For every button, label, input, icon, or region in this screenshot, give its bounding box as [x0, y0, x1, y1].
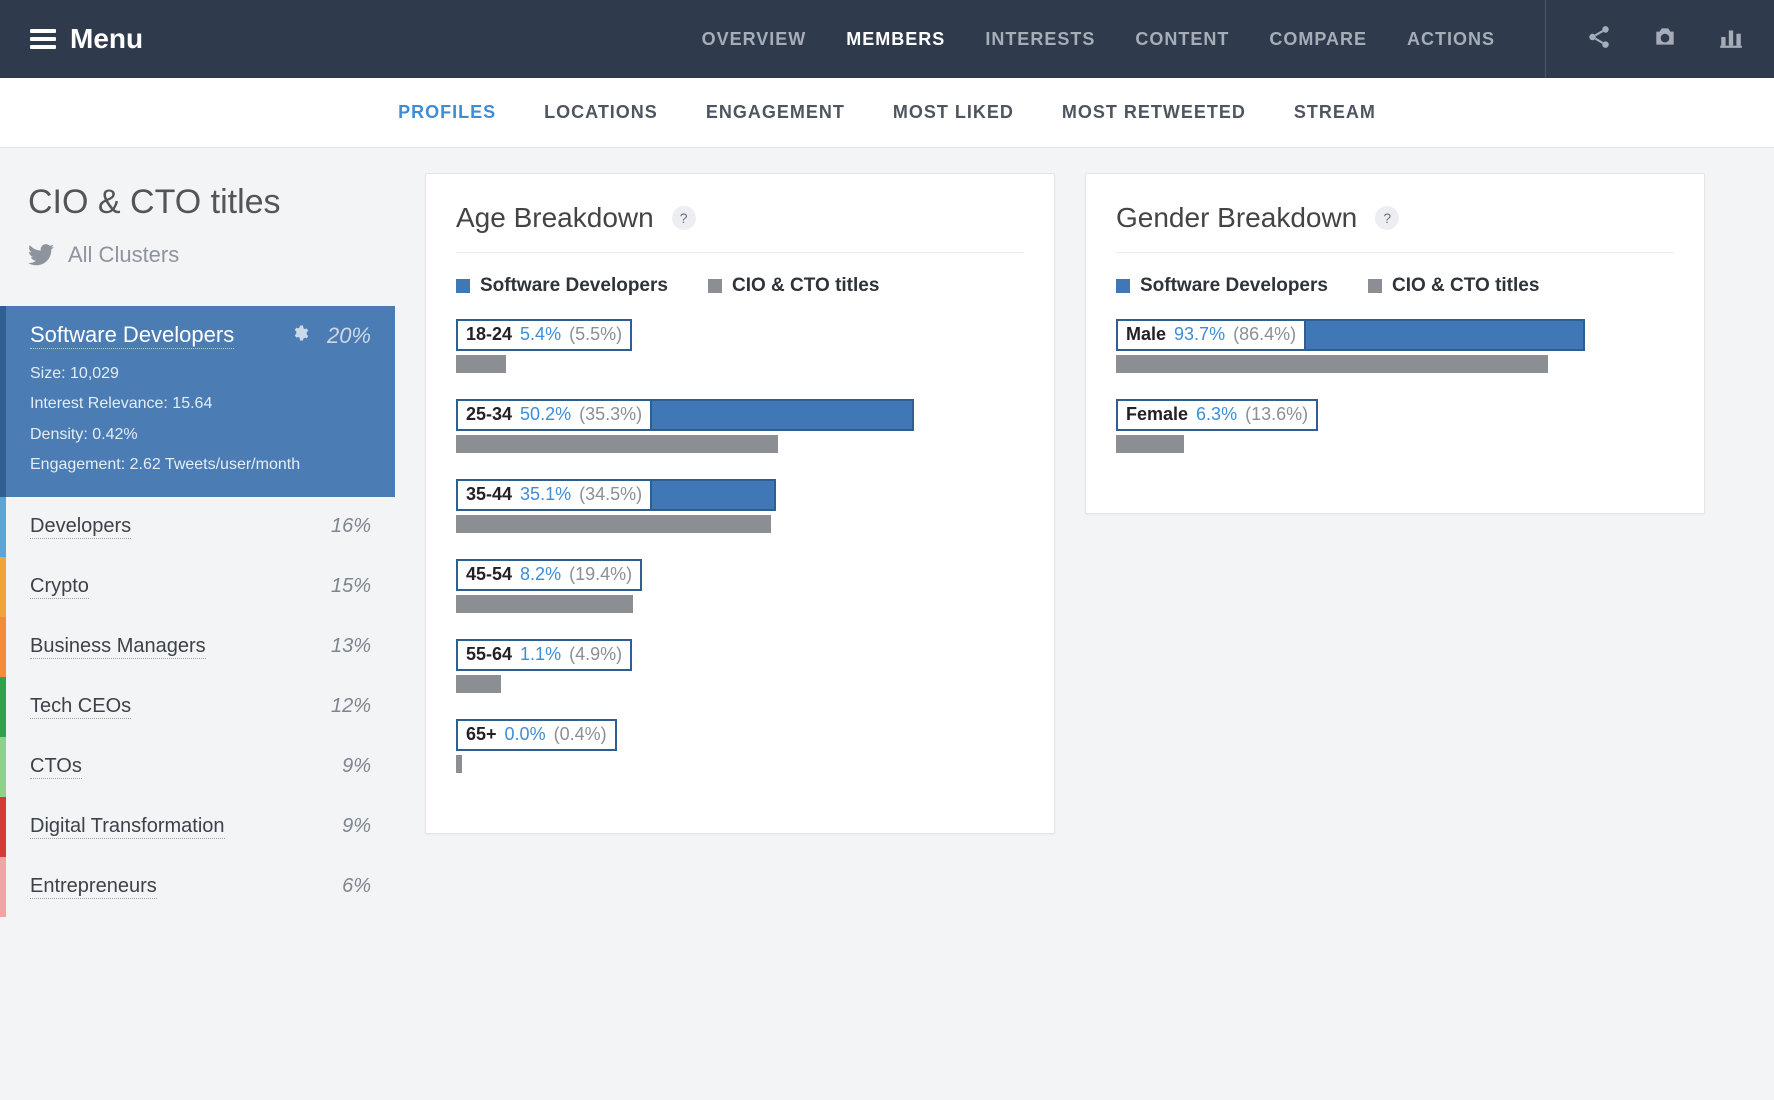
age-bars: 18-245.4%(5.5%) 25-3450.2%(35.3%) 35-4435.… [456, 319, 1024, 773]
cluster-name: Crypto [30, 575, 89, 599]
subnav-profiles[interactable]: PROFILES [398, 102, 496, 123]
topnav-overview[interactable]: OVERVIEW [702, 29, 807, 50]
cluster-pct: 6% [342, 875, 371, 898]
sub-nav: PROFILES LOCATIONS ENGAGEMENT MOST LIKED MOS… [0, 78, 1774, 148]
subnav-stream[interactable]: STREAM [1294, 102, 1376, 123]
sidebar: CIO & CTO titles All Clusters Software D… [0, 148, 395, 917]
camera-icon[interactable] [1652, 24, 1678, 55]
cluster-name: Business Managers [30, 635, 206, 659]
bar-group-female: Female6.3%(13.6%) [1116, 399, 1674, 453]
bar-group-35-44: 35-4435.1%(34.5%) [456, 479, 1024, 533]
gear-icon[interactable] [291, 324, 309, 347]
cluster-name: Entrepreneurs [30, 875, 157, 899]
secondary-bar [456, 515, 771, 533]
cluster-crypto[interactable]: Crypto 15% [0, 557, 395, 617]
age-breakdown-card: Age Breakdown ? Software Developers CIO … [425, 173, 1055, 834]
subnav-most-retweeted[interactable]: MOST RETWEETED [1062, 102, 1246, 123]
secondary-bar [456, 675, 501, 693]
cluster-entrepreneurs[interactable]: Entrepreneurs 6% [0, 857, 395, 917]
subnav-most-liked[interactable]: MOST LIKED [893, 102, 1014, 123]
subnav-locations[interactable]: LOCATIONS [544, 102, 658, 123]
topnav-content[interactable]: CONTENT [1135, 29, 1229, 50]
cluster-name: CTOs [30, 755, 82, 779]
cluster-tech-ceos[interactable]: Tech CEOs 12% [0, 677, 395, 737]
cluster-pct: 12% [331, 695, 371, 718]
cluster-pct: 9% [342, 755, 371, 778]
top-nav: OVERVIEW MEMBERS INTERESTS CONTENT COMPARE AC… [702, 29, 1495, 50]
all-clusters-link[interactable]: All Clusters [28, 242, 367, 268]
cluster-name: Tech CEOs [30, 695, 131, 719]
menu-label: Menu [70, 23, 143, 55]
legend-secondary: CIO & CTO titles [1368, 275, 1539, 297]
topnav-interests[interactable]: INTERESTS [985, 29, 1095, 50]
cluster-list: Software Developers 20% Size: 10,029Intere… [0, 306, 395, 917]
cluster-software-developers[interactable]: Software Developers 20% Size: 10,029Intere… [0, 306, 395, 497]
cluster-pct: 20% [327, 323, 371, 349]
topnav-actions[interactable]: ACTIONS [1407, 29, 1495, 50]
secondary-bar [1116, 435, 1184, 453]
page-title: CIO & CTO titles [28, 183, 367, 222]
legend-primary: Software Developers [1116, 275, 1328, 297]
menu-button[interactable]: Menu [30, 23, 143, 55]
twitter-icon [28, 244, 54, 266]
cluster-ctos[interactable]: CTOs 9% [0, 737, 395, 797]
chart-icon[interactable] [1718, 24, 1744, 55]
cluster-digital-transformation[interactable]: Digital Transformation 9% [0, 797, 395, 857]
cluster-pct: 15% [331, 575, 371, 598]
cluster-meta: Size: 10,029Interest Relevance: 15.64Den… [30, 359, 371, 481]
secondary-bar [456, 595, 633, 613]
bar-group-55-64: 55-641.1%(4.9%) [456, 639, 1024, 693]
cluster-developers[interactable]: Developers 16% [0, 497, 395, 557]
topnav-compare[interactable]: COMPARE [1269, 29, 1367, 50]
secondary-bar [456, 355, 506, 373]
main-content: Age Breakdown ? Software Developers CIO … [395, 148, 1774, 859]
help-icon[interactable]: ? [672, 206, 696, 230]
bar-group-18-24: 18-245.4%(5.5%) [456, 319, 1024, 373]
cluster-pct: 13% [331, 635, 371, 658]
bar-group-45-54: 45-548.2%(19.4%) [456, 559, 1024, 613]
topbar: Menu OVERVIEW MEMBERS INTERESTS CONTENT COMP… [0, 0, 1774, 78]
gender-bars: Male93.7%(86.4%) Female6.3%(13.6%) [1116, 319, 1674, 453]
cluster-pct: 9% [342, 815, 371, 838]
share-icon[interactable] [1586, 24, 1612, 55]
secondary-bar [456, 755, 462, 773]
gender-breakdown-card: Gender Breakdown ? Software Developers C… [1085, 173, 1705, 514]
age-title: Age Breakdown [456, 202, 654, 234]
secondary-bar [456, 435, 778, 453]
legend-primary: Software Developers [456, 275, 668, 297]
top-icons [1545, 0, 1744, 78]
age-legend: Software Developers CIO & CTO titles [456, 275, 1024, 297]
all-clusters-label: All Clusters [68, 242, 179, 268]
bar-group-65-: 65+0.0%(0.4%) [456, 719, 1024, 773]
hamburger-icon [30, 25, 56, 53]
legend-secondary: CIO & CTO titles [708, 275, 879, 297]
bar-group-male: Male93.7%(86.4%) [1116, 319, 1674, 373]
cluster-name: Developers [30, 515, 131, 539]
cluster-pct: 16% [331, 515, 371, 538]
gender-title: Gender Breakdown [1116, 202, 1357, 234]
topnav-members[interactable]: MEMBERS [846, 29, 945, 50]
cluster-name: Digital Transformation [30, 815, 225, 839]
gender-legend: Software Developers CIO & CTO titles [1116, 275, 1674, 297]
bar-group-25-34: 25-3450.2%(35.3%) [456, 399, 1024, 453]
subnav-engagement[interactable]: ENGAGEMENT [706, 102, 845, 123]
help-icon[interactable]: ? [1375, 206, 1399, 230]
cluster-business-managers[interactable]: Business Managers 13% [0, 617, 395, 677]
cluster-name: Software Developers [30, 322, 234, 349]
secondary-bar [1116, 355, 1548, 373]
